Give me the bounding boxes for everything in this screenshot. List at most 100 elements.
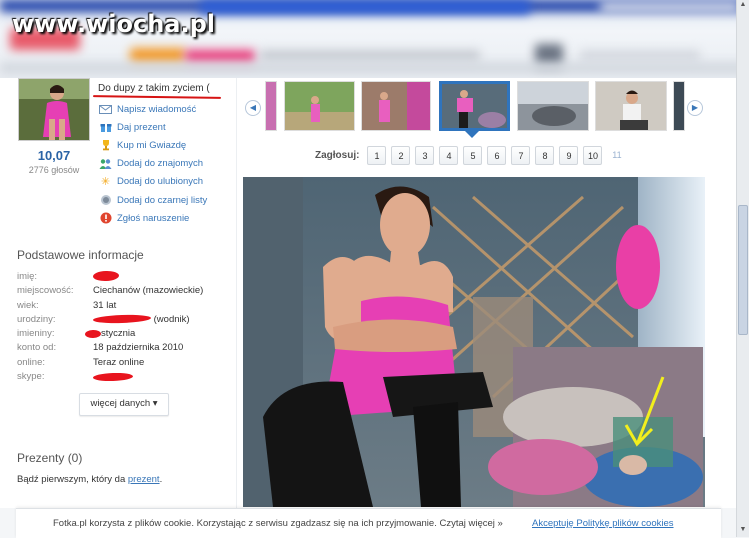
send-message-link[interactable]: Napisz wiadomość (99, 100, 207, 118)
add-friend-link[interactable]: Dodaj do znajomych (99, 155, 207, 173)
profile-actions: Napisz wiadomość Daj prezent Kup mi Gwia… (99, 100, 207, 227)
info-label: wiek: (17, 299, 39, 311)
blacklist-icon (99, 194, 112, 207)
accept-cookies-link[interactable]: Akceptuję Politykę plików cookies (532, 518, 674, 529)
thumb-image (285, 82, 354, 130)
info-label: imię: (17, 271, 38, 282)
nameday-text: stycznia (101, 328, 136, 340)
photo-thumbnail-selected[interactable] (439, 81, 510, 131)
warning-icon (99, 212, 112, 225)
red-scribble (92, 271, 120, 282)
basic-info-title: Podstawowe informacje (17, 248, 144, 262)
vote-bar: Zagłosuj: 1 2 3 4 5 6 7 8 9 10 11 (315, 146, 631, 165)
info-label: konto od: (17, 342, 57, 354)
vote-button-6[interactable]: 6 (487, 146, 507, 165)
photo-thumbnail[interactable] (673, 81, 685, 131)
thumb-image (442, 84, 507, 128)
action-label: Dodaj do czarnej listy (117, 194, 208, 206)
info-value: Ciechanów (mazowieckie) (93, 285, 204, 297)
photo-thumbnail-strip: ◀ ▶ (245, 78, 705, 136)
info-row-city: miejscowość: Ciechanów (mazowieckie) (17, 284, 203, 298)
photo-thumbnail[interactable] (595, 81, 667, 131)
add-blacklist-link[interactable]: Dodaj do czarnej listy (99, 191, 207, 209)
status-text: Do dupy z takim zyciem ( (98, 83, 210, 94)
vote-button-3[interactable]: 3 (415, 146, 435, 165)
scrollbar-thumb[interactable] (738, 205, 748, 335)
avatar-image (19, 79, 89, 140)
trophy-icon (99, 139, 112, 152)
thumb-image (518, 82, 588, 130)
vote-button-8[interactable]: 8 (535, 146, 555, 165)
photo-thumbnail[interactable] (265, 81, 277, 131)
blurred-strip (600, 2, 740, 12)
basic-info-list: imię: miejscowość: Ciechanów (mazowiecki… (17, 270, 203, 384)
selected-thumb-pointer (465, 131, 479, 138)
info-label: skype: (17, 371, 45, 383)
star-icon: ✳ (100, 176, 111, 189)
photo-thumbnail[interactable] (361, 81, 431, 131)
blurred-block (0, 62, 749, 74)
action-label: Kup mi Gwiazdę (117, 139, 187, 151)
info-row-online: online: Teraz online (17, 356, 203, 370)
report-abuse-link[interactable]: Zgłoś naruszenie (99, 209, 207, 227)
info-value: 18 października 2010 (93, 342, 184, 354)
thumb-image (596, 82, 666, 130)
red-scribble (92, 314, 152, 325)
info-row-age: wiek: 31 lat (17, 299, 203, 313)
vote-label: Zagłosuj: (315, 150, 360, 161)
vote-button-11[interactable]: 11 (607, 146, 626, 165)
vertical-scrollbar[interactable]: ▲ ▼ (736, 0, 749, 537)
info-value: 31 lat (93, 299, 117, 311)
info-row-nameday: imieniny: stycznia (17, 327, 203, 341)
vote-button-10[interactable]: 10 (583, 146, 603, 165)
next-photos-button[interactable]: ▶ (687, 100, 703, 116)
photo-thumbnail[interactable] (284, 81, 355, 131)
scroll-up-arrow-icon[interactable]: ▲ (738, 0, 748, 10)
blurred-strip (200, 0, 530, 14)
info-value (92, 370, 134, 384)
gift-link[interactable]: prezent (128, 474, 160, 485)
vote-button-5[interactable]: 5 (463, 146, 483, 165)
action-label: Zgłoś naruszenie (117, 212, 190, 224)
gifts-text: Bądź pierwszym, który da prezent. (17, 474, 162, 485)
rating-score: 10,07 (37, 148, 71, 163)
gifts-title: Prezenty (0) (17, 451, 83, 465)
vote-button-1[interactable]: 1 (367, 146, 387, 165)
info-value (92, 270, 120, 284)
info-label: urodziny: (17, 313, 56, 325)
action-label: Daj prezent (117, 121, 166, 133)
people-icon (99, 157, 112, 170)
info-value: Teraz online (93, 356, 145, 368)
action-label: Dodaj do ulubionych (117, 176, 204, 188)
avatar[interactable] (18, 78, 90, 141)
info-row-since: konto od: 18 października 2010 (17, 341, 203, 355)
prev-photos-button[interactable]: ◀ (245, 100, 261, 116)
red-scribble (84, 329, 102, 338)
scroll-down-arrow-icon[interactable]: ▼ (738, 525, 748, 535)
buy-star-link[interactable]: Kup mi Gwiazdę (99, 136, 207, 154)
action-label: Napisz wiadomość (117, 103, 197, 115)
info-label: imieniny: (17, 328, 55, 340)
vote-button-7[interactable]: 7 (511, 146, 531, 165)
info-row-birthday: urodziny: (wodnik) (17, 313, 203, 327)
main-photo[interactable] (243, 177, 705, 507)
info-row-skype: skype: (17, 370, 203, 384)
gifts-punct: . (159, 474, 163, 485)
column-divider (236, 78, 237, 508)
photo-thumbnail[interactable] (517, 81, 589, 131)
give-gift-link[interactable]: Daj prezent (99, 118, 207, 136)
add-favorite-link[interactable]: ✳ Dodaj do ulubionych (99, 173, 207, 191)
cookie-banner: Fotka.pl korzysta z plików cookie. Korzy… (16, 508, 721, 538)
vote-button-2[interactable]: 2 (391, 146, 411, 165)
red-scribble (92, 371, 134, 382)
more-details-button[interactable]: więcej danych ▾ (79, 393, 169, 416)
info-row-name: imię: (17, 270, 203, 284)
info-label: miejscowość: (17, 285, 74, 297)
vote-button-9[interactable]: 9 (559, 146, 579, 165)
gift-icon (99, 121, 112, 134)
thumb-image (362, 82, 430, 130)
cookie-notice-text: Fotka.pl korzysta z plików cookie. Korzy… (53, 518, 503, 529)
vote-button-4[interactable]: 4 (439, 146, 459, 165)
gifts-prompt: Bądź pierwszym, który da (17, 474, 128, 485)
zodiac-text: (wodnik) (153, 313, 190, 325)
